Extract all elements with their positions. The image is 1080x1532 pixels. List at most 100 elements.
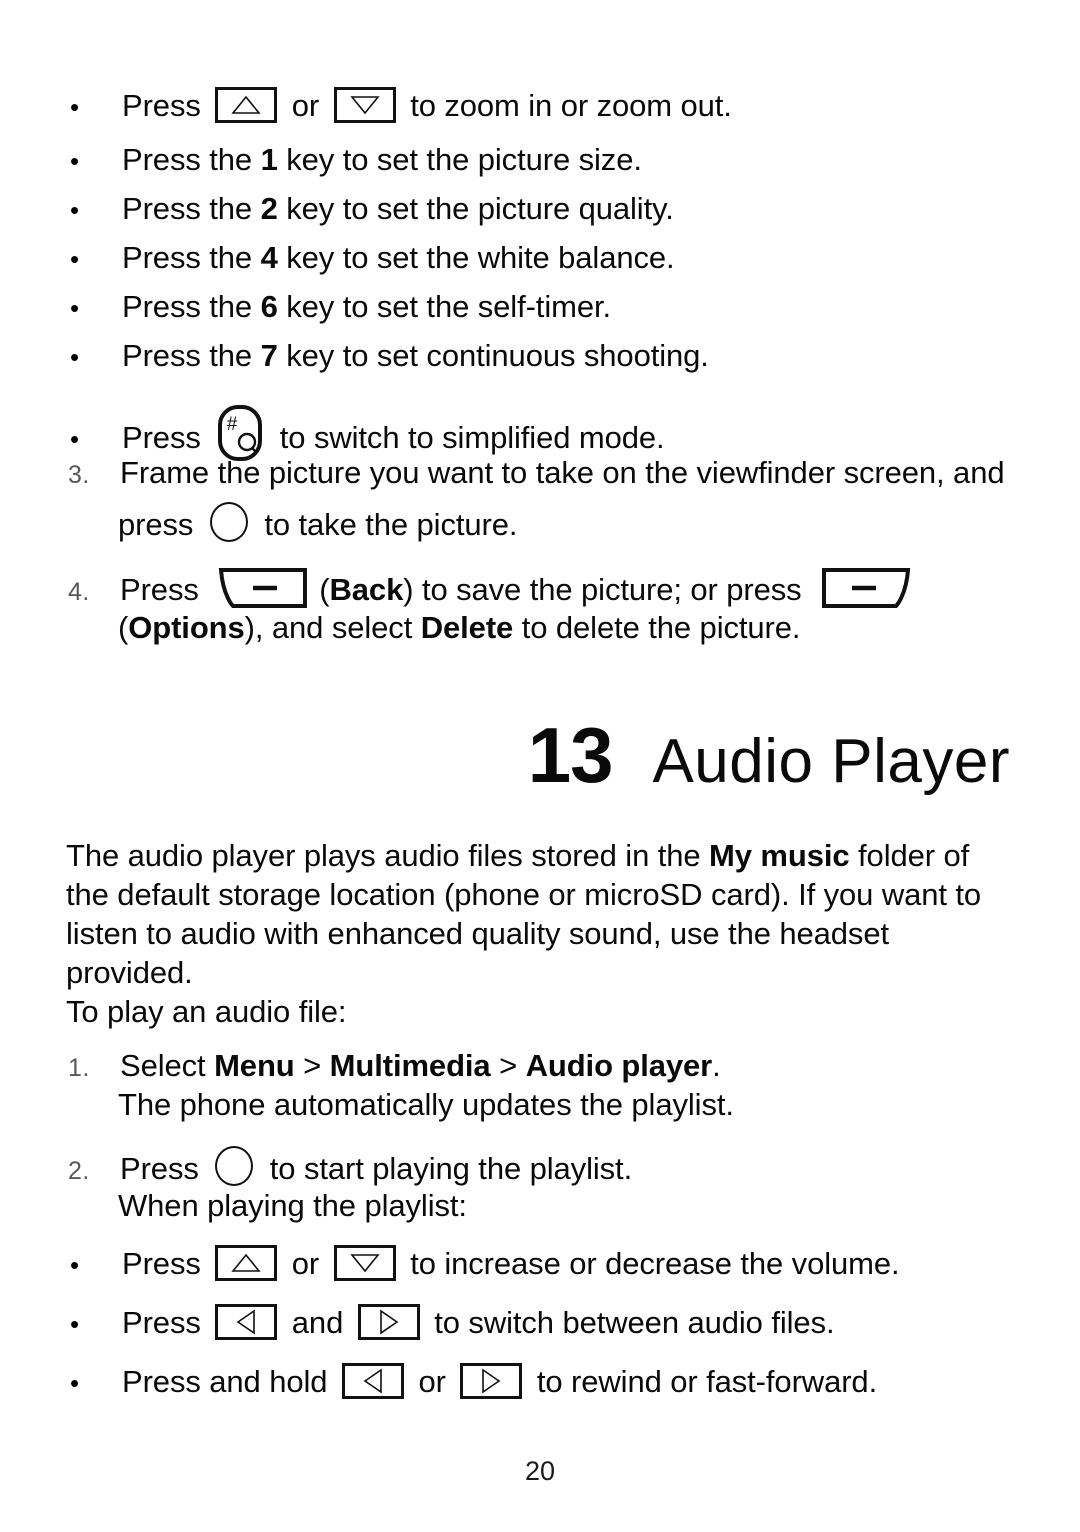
audio-player-label: Audio player [525,1048,713,1083]
step-4-number: 4. [68,578,90,607]
key-right-icon [357,1303,420,1340]
text-after: key to set continuous shooting. [286,338,709,373]
bullet-zoom-text-after: to zoom in or zoom out. [410,88,732,123]
chapter-title: Audio Player [652,727,1010,796]
step-3: 3. Frame the picture you want to take on… [66,453,1026,492]
text-after: to switch to simplified mode. [279,420,665,456]
bullet-zoom-text-before: Press [122,88,201,123]
text-after: key to set the picture size. [286,142,642,177]
bullet-picture-quality-text: Press the 2 key to set the picture quali… [122,189,1026,228]
triangle-left-glyph [236,1309,256,1335]
triangle-left-glyph [363,1368,382,1394]
text-before: Press [122,1246,201,1281]
step-3-number: 3. [68,461,90,489]
svg-text:#: # [227,414,238,435]
bullet-marker: • [70,146,80,176]
audio-intro-paragraph: The audio player plays audio files store… [66,836,1018,992]
bullet-marker: • [70,424,80,455]
audio-step-1-line2: The phone automatically updates the play… [118,1087,734,1122]
triangle-right-glyph [379,1309,399,1335]
chapter-heading: 13 Audio Player [528,716,1010,794]
bullet-rewind-forward-text: Press and hold or to rewind or fast-forw… [122,1362,1026,1405]
step-3-line1: Frame the picture you want to take on th… [120,455,1005,490]
bullet-picture-quality: • Press the 2 key to set the picture qua… [66,189,1026,228]
bullet-self-timer-text: Press the 6 key to set the self-timer. [122,287,1026,326]
press-text: Press [120,1151,199,1187]
key-left-icon [341,1362,404,1399]
key-right-icon [460,1362,523,1399]
audio-step-1-line1: Select Menu > Multimedia > Audio player. [120,1046,1026,1085]
key-ok-circle-icon [209,502,248,542]
triangle-up-glyph [231,1253,261,1272]
step-4-delete-label: Delete [420,610,514,645]
select-text: Select [120,1048,215,1083]
step-4-mid2: ) to save the picture; or press [403,572,802,608]
bullet-white-balance: • Press the 4 key to set the white balan… [66,238,1026,277]
bullet-picture-size: • Press the 1 key to set the picture siz… [66,140,1026,179]
step-3-line2-after: to take the picture. [264,507,518,543]
bullet-picture-size-text: Press the 1 key to set the picture size. [122,140,1026,179]
step-3-line2-before: press [118,507,194,543]
text-after: key to set the white balance. [286,240,675,275]
after-text: to start playing the playlist. [269,1151,633,1187]
triangle-right-glyph [482,1368,501,1394]
text-mid: and [291,1305,344,1340]
text-before: Press [122,420,201,456]
key-digit: 4 [260,240,278,275]
audio-step-2-number: 2. [68,1157,90,1186]
step-4-line2-open: ( [118,610,129,645]
step-4-back-label: Back [329,572,404,608]
bullet-marker: • [70,342,80,372]
key-down-icon [333,1244,396,1281]
text-after: to switch between audio files. [434,1305,835,1340]
key-digit: 1 [260,142,278,177]
softkey-right-glyph [822,568,911,608]
bullet-switch-files-text: Press and to switch between audio files. [122,1303,1026,1346]
text-after: to increase or decrease the volume. [410,1246,900,1281]
triangle-up-glyph [231,95,261,114]
audio-intro-part1: The audio player plays audio files store… [66,838,710,873]
bullet-marker: • [70,195,80,225]
key-digit: 2 [260,191,278,226]
bullet-zoom: • Press or to zoom in or zoom out. [66,86,1026,129]
sep-2: > [490,1048,526,1083]
text-before: Press the [122,142,253,177]
manual-page: • Press or to zoom in or zoom out. • Pre… [0,0,1080,1532]
bullet-marker: • [70,1368,80,1398]
step-4-line2-end: to delete the picture. [521,610,801,645]
triangle-down-glyph [349,1254,380,1273]
text-before: Press and hold [122,1364,328,1399]
my-music-label: My music [709,838,850,873]
audio-step-1-number: 1. [68,1054,90,1082]
text-after: key to set the self-timer. [286,289,611,324]
text-before: Press [122,1305,201,1340]
text-after: to rewind or fast-forward. [536,1364,878,1399]
bullet-volume: • Press or to increase or decrease the v… [66,1244,1026,1287]
bullet-zoom-text-mid: or [291,88,320,123]
bullet-self-timer: • Press the 6 key to set the self-timer. [66,287,1026,326]
bullet-marker: • [70,92,80,122]
bullet-marker: • [70,293,80,323]
softkey-left-glyph [219,568,308,608]
key-digit: 7 [260,338,278,373]
bullet-volume-text: Press or to increase or decrease the vol… [122,1244,1026,1287]
step-4-line2-mid: ), and select [244,610,413,645]
step-4-options-label: Options [128,610,245,645]
text-before: Press the [122,191,253,226]
softkey-left-icon [217,566,309,610]
key-down-icon [333,86,396,123]
key-up-icon [215,1244,278,1281]
bullet-rewind-forward: • Press and hold or to rewind or fast-fo… [66,1362,1026,1405]
chapter-number: 13 [527,711,614,799]
bullet-switch-files: • Press and to switch between audio file… [66,1303,1026,1346]
step-4-before: Press [120,572,199,608]
page-number: 20 [524,1456,556,1486]
softkey-right-icon [820,566,912,610]
text-mid: or [291,1246,320,1281]
step-4-paren-open: ( [319,572,330,608]
text-mid: or [418,1364,446,1399]
bullet-marker: • [70,244,80,274]
key-left-icon [215,1303,278,1340]
bullet-white-balance-text: Press the 4 key to set the white balance… [122,238,1026,277]
step-3-line2: press to take the picture. [118,502,1028,552]
